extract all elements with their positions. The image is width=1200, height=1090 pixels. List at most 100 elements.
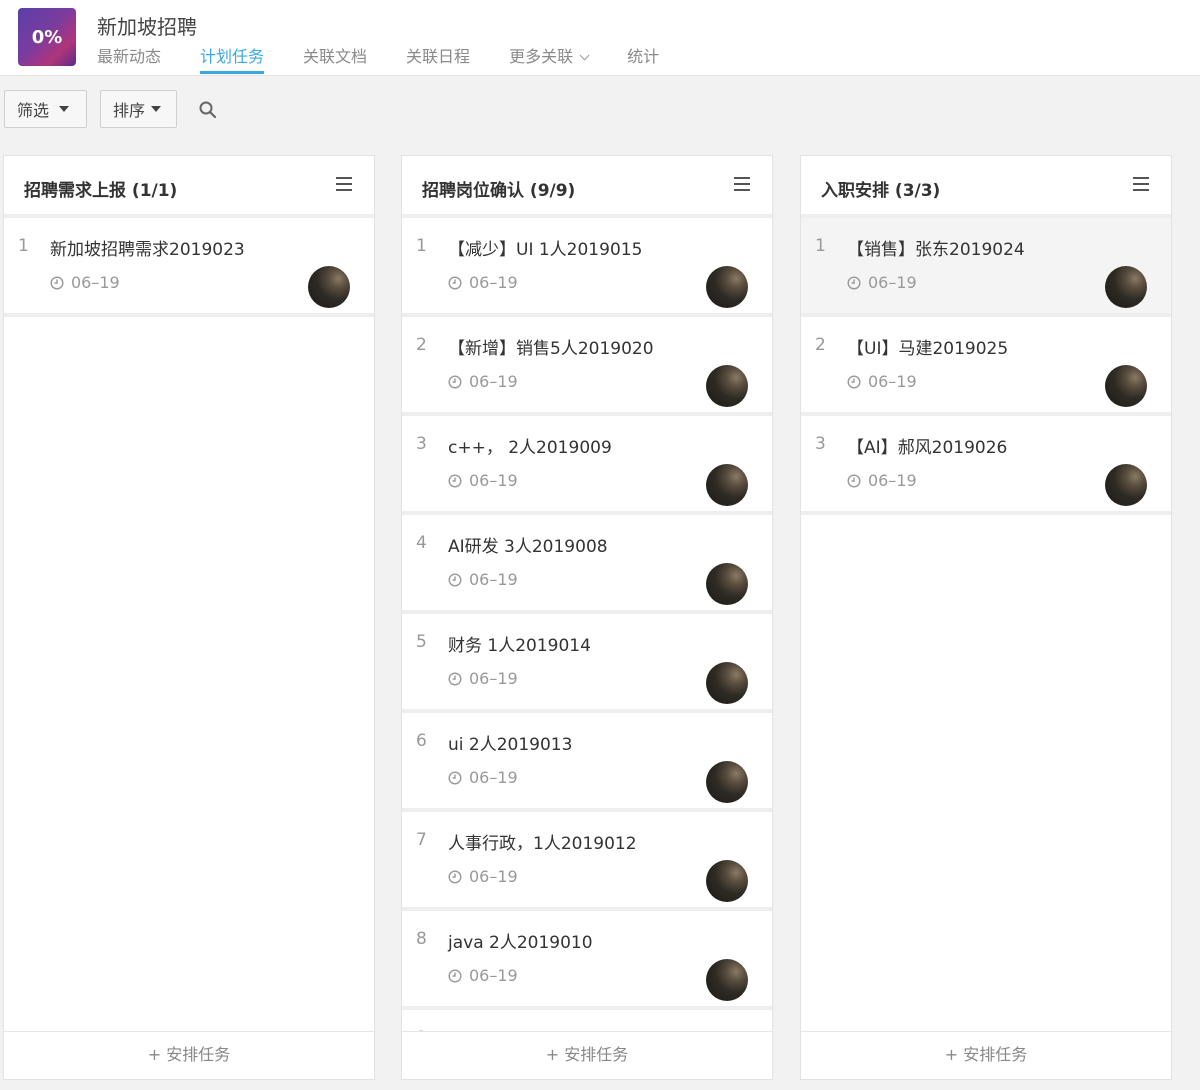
task-card[interactable]: 6 ui 2人2019013 06–19 [402, 713, 772, 812]
task-date-text: 06–19 [469, 273, 518, 292]
task-number: 2 [815, 335, 826, 355]
column-cards: 1 【减少】UI 1人2019015 06–19 2 【新增】销售5人2019020 06… [402, 218, 772, 1031]
tab-label: 关联日程 [406, 47, 471, 66]
avatar[interactable] [706, 464, 748, 506]
avatar[interactable] [706, 266, 748, 308]
task-card[interactable]: 8 java 2人2019010 06–19 [402, 911, 772, 1010]
tab-statistics[interactable]: 统计 [627, 46, 659, 74]
board-column: 招聘需求上报 (1/1) 1 新加坡招聘需求2019023 06–19 + 安排任务 [3, 155, 375, 1080]
task-due-date: 06–19 [847, 471, 917, 490]
task-due-date: 06–19 [448, 768, 518, 787]
task-card[interactable]: 1 新加坡招聘需求2019023 06–19 [4, 218, 374, 317]
task-title: 【AI】郝风2019026 [847, 438, 1008, 458]
task-title: ui 2人2019013 [448, 735, 573, 755]
project-progress-logo[interactable]: 0% [18, 8, 76, 66]
task-title: java 2人2019010 [448, 933, 593, 953]
clock-icon [847, 275, 861, 290]
task-title: 新加坡招聘需求2019023 [50, 240, 245, 260]
add-task-button[interactable]: + 安排任务 [4, 1031, 374, 1079]
task-card[interactable]: 1 【减少】UI 1人2019015 06–19 [402, 218, 772, 317]
tab-more-relations[interactable]: 更多关联 [509, 46, 590, 74]
task-card[interactable]: 3 【AI】郝风2019026 06–19 [801, 416, 1171, 515]
avatar[interactable] [1105, 266, 1147, 308]
task-date-text: 06–19 [469, 966, 518, 985]
avatar[interactable] [706, 563, 748, 605]
task-due-date: 06–19 [448, 471, 518, 490]
search-icon[interactable] [198, 100, 218, 120]
board-toolbar: 筛选 排序 [0, 76, 1200, 142]
task-title: 【UI】马建2019025 [847, 339, 1009, 359]
project-title: 新加坡招聘 [97, 15, 197, 39]
task-date-text: 06–19 [469, 471, 518, 490]
tab-label: 统计 [627, 47, 660, 66]
menu-icon[interactable] [336, 177, 352, 191]
avatar[interactable] [706, 365, 748, 407]
sort-label: 排序 [113, 101, 146, 120]
board-column: 入职安排 (3/3) 1 【销售】张东2019024 06–19 2 【UI】马建201… [800, 155, 1172, 1080]
avatar[interactable] [308, 266, 350, 308]
task-number: 4 [416, 533, 427, 553]
task-number: 1 [18, 236, 29, 256]
avatar[interactable] [706, 959, 748, 1001]
sort-button[interactable]: 排序 [100, 90, 177, 128]
column-cards: 1 【销售】张东2019024 06–19 2 【UI】马建2019025 06–19 3 【… [801, 218, 1171, 1031]
task-due-date: 06–19 [847, 372, 917, 391]
avatar[interactable] [706, 761, 748, 803]
task-title: 【销售】张东2019024 [847, 240, 1025, 260]
task-due-date: 06–19 [448, 273, 518, 292]
avatar[interactable] [1105, 464, 1147, 506]
tab-planned-tasks[interactable]: 计划任务 [200, 46, 265, 74]
task-date-text: 06–19 [469, 669, 518, 688]
column-title: 招聘岗位确认 (9/9) [422, 181, 576, 201]
task-card[interactable]: 4 AI研发 3人2019008 06–19 [402, 515, 772, 614]
column-title: 招聘需求上报 (1/1) [24, 181, 178, 201]
chevron-down-icon [579, 50, 590, 61]
add-task-button[interactable]: + 安排任务 [801, 1031, 1171, 1079]
filter-label: 筛选 [17, 101, 50, 120]
column-header: 招聘需求上报 (1/1) [4, 156, 374, 218]
clock-icon [448, 671, 462, 686]
task-due-date: 06–19 [448, 966, 518, 985]
task-number: 3 [416, 434, 427, 454]
menu-icon[interactable] [1133, 177, 1149, 191]
clock-icon [847, 374, 861, 389]
task-due-date: 06–19 [448, 372, 518, 391]
menu-icon[interactable] [734, 177, 750, 191]
column-header: 入职安排 (3/3) [801, 156, 1171, 218]
column-header: 招聘岗位确认 (9/9) [402, 156, 772, 218]
task-card[interactable]: 3 c++， 2人2019009 06–19 [402, 416, 772, 515]
task-title: 人事行政，1人2019012 [448, 834, 637, 854]
clock-icon [448, 869, 462, 884]
task-title: c++， 2人2019009 [448, 438, 612, 458]
tab-related-schedule[interactable]: 关联日程 [406, 46, 470, 74]
task-due-date: 06–19 [448, 867, 518, 886]
task-card[interactable]: 2 【新增】销售5人2019020 06–19 [402, 317, 772, 416]
avatar[interactable] [1105, 365, 1147, 407]
clock-icon [448, 770, 462, 785]
task-card[interactable]: 5 财务 1人2019014 06–19 [402, 614, 772, 713]
task-number: 3 [815, 434, 826, 454]
task-card[interactable]: 7 人事行政，1人2019012 06–19 [402, 812, 772, 911]
task-date-text: 06–19 [868, 273, 917, 292]
task-due-date: 06–19 [847, 273, 917, 292]
filter-button[interactable]: 筛选 [4, 90, 87, 128]
task-title: 【减少】UI 1人2019015 [448, 240, 643, 260]
tab-latest-activity[interactable]: 最新动态 [97, 46, 161, 74]
task-date-text: 06–19 [469, 867, 518, 886]
tab-label: 更多关联 [509, 47, 574, 66]
task-number: 7 [416, 830, 427, 850]
tab-label: 关联文档 [303, 47, 368, 66]
avatar[interactable] [706, 860, 748, 902]
clock-icon [847, 473, 861, 488]
clock-icon [448, 572, 462, 587]
add-task-button[interactable]: + 安排任务 [402, 1031, 772, 1079]
task-due-date: 06–19 [50, 273, 120, 292]
task-date-text: 06–19 [469, 570, 518, 589]
task-card[interactable]: 2 【UI】马建2019025 06–19 [801, 317, 1171, 416]
column-cards: 1 新加坡招聘需求2019023 06–19 [4, 218, 374, 1031]
tab-related-docs[interactable]: 关联文档 [303, 46, 367, 74]
avatar[interactable] [706, 662, 748, 704]
task-card[interactable]: 9测试工程师 2人201901106–19 [402, 1010, 772, 1031]
task-card[interactable]: 1 【销售】张东2019024 06–19 [801, 218, 1171, 317]
caret-down-icon [59, 106, 70, 112]
